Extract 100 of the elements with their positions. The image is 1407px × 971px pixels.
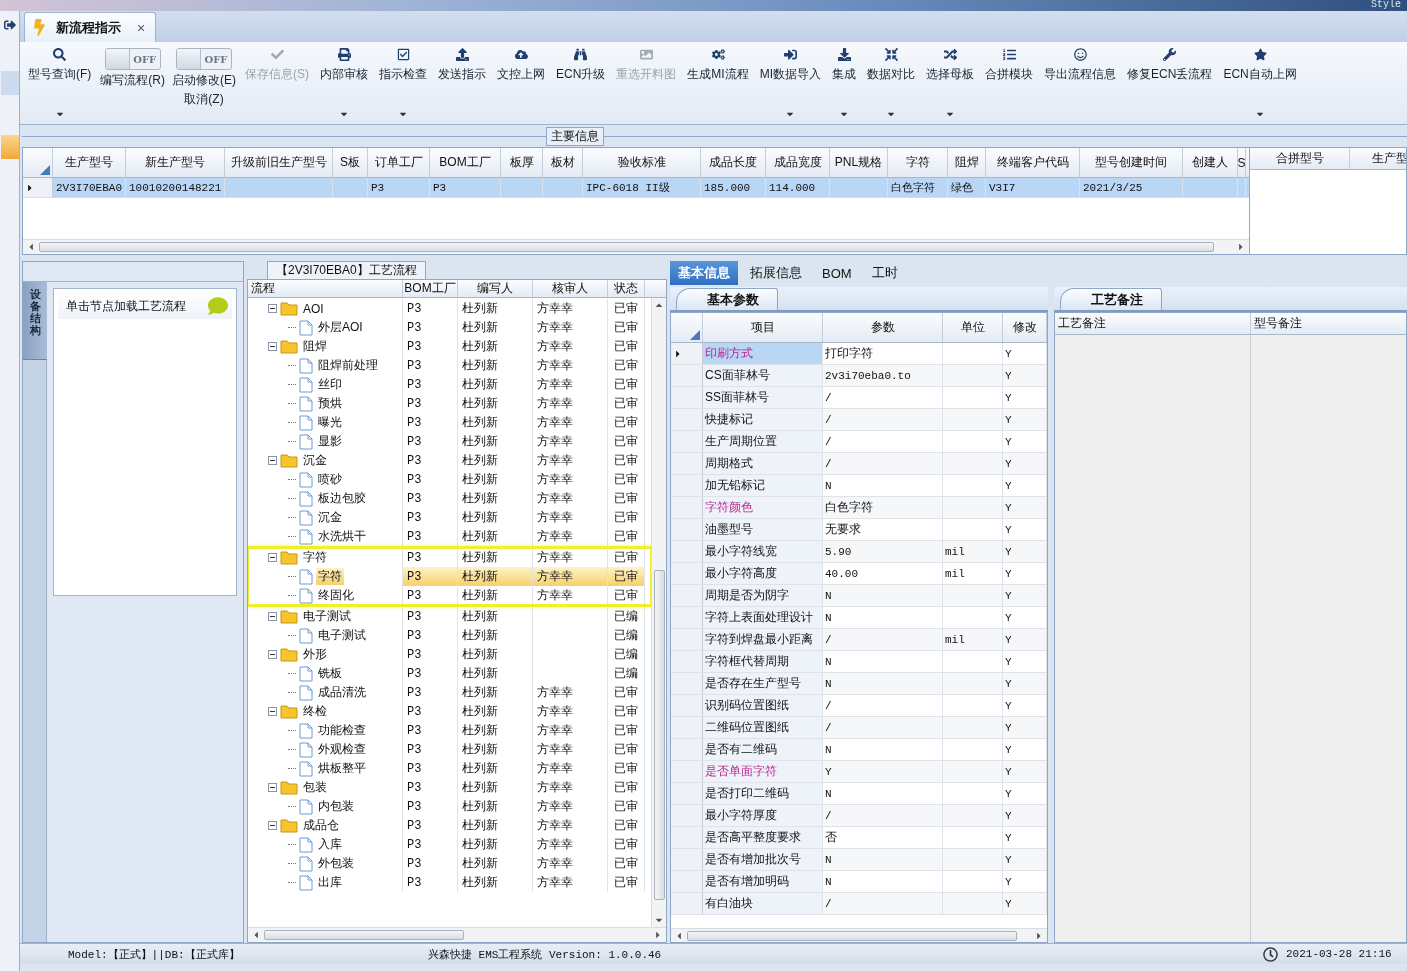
- collapse-toggle[interactable]: [268, 456, 277, 465]
- column-header[interactable]: 型号创建时间: [1080, 148, 1183, 177]
- tree-row[interactable]: 内包装 P3 杜列新 方幸幸 已审: [248, 797, 651, 816]
- column-header[interactable]: 终端客户代码: [986, 148, 1080, 177]
- tree-row[interactable]: 电子测试 P3 杜列新 已编: [248, 607, 651, 626]
- table-row[interactable]: 周期格式 / Y: [671, 453, 1047, 475]
- table-row[interactable]: 是否存在生产型号 N Y: [671, 673, 1047, 695]
- table-row[interactable]: 是否有增加明码 N Y: [671, 871, 1047, 893]
- tree-row[interactable]: 丝印 P3 杜列新 方幸幸 已审: [248, 375, 651, 394]
- tree-row[interactable]: 沉金 P3 杜列新 方幸幸 已审: [248, 508, 651, 527]
- tree-row[interactable]: 成品仓 P3 杜列新 方幸幸 已审: [248, 816, 651, 835]
- column-header[interactable]: 生产型号: [53, 148, 126, 177]
- table-row[interactable]: 是否有二维码 N Y: [671, 739, 1047, 761]
- tree-row[interactable]: 外观检查 P3 杜列新 方幸幸 已审: [248, 740, 651, 759]
- table-row[interactable]: 识别码位置图纸 / Y: [671, 695, 1047, 717]
- tree-row[interactable]: 入库 P3 杜列新 方幸幸 已审: [248, 835, 651, 854]
- toolbar-button[interactable]: 取消(Z): [184, 91, 224, 108]
- table-row[interactable]: 字符颜色 白色字符 Y: [671, 497, 1047, 519]
- column-header[interactable]: 修改: [1003, 313, 1047, 342]
- tab[interactable]: 工时: [863, 261, 906, 285]
- toolbar-button[interactable]: 集成: [830, 45, 859, 121]
- toggle-switch[interactable]: OFF: [104, 48, 161, 70]
- toolbar-button[interactable]: 导出流程信息: [1042, 45, 1119, 121]
- tree-row[interactable]: 预烘 P3 杜列新 方幸幸 已审: [248, 394, 651, 413]
- table-row[interactable]: 字符框代替周期 N Y: [671, 651, 1047, 673]
- table-row[interactable]: 字符到焊盘最小距离 / mil Y: [671, 629, 1047, 651]
- tree-row[interactable]: 阻焊前处理 P3 杜列新 方幸幸 已审: [248, 356, 651, 375]
- column-header[interactable]: 板材: [543, 148, 583, 177]
- column-header[interactable]: S: [1238, 148, 1246, 177]
- table-row[interactable]: 有白油块 / Y: [671, 893, 1047, 915]
- toolbar-button[interactable]: 数据对比: [865, 45, 918, 121]
- tree-row[interactable]: 铣板 P3 杜列新 已编: [248, 664, 651, 683]
- table-row[interactable]: 2V3I70EBA0 10010200148221 P3 P3 IPC-6018 II级 185.000 114.000 白色字符 绿色 V3I7 2021/3/25: [23, 178, 1249, 198]
- toolbar-button[interactable]: 启动修改(E): [172, 72, 236, 89]
- list-item[interactable]: 单击节点加载工艺流程: [58, 293, 232, 319]
- collapse-toggle[interactable]: [268, 821, 277, 830]
- table-row[interactable]: 周期是否为阴字 N Y: [671, 585, 1047, 607]
- toolbar-button[interactable]: ECN升级: [554, 45, 608, 121]
- vertical-scrollbar[interactable]: [651, 298, 666, 927]
- tree-row[interactable]: 包装 P3 杜列新 方幸幸 已审: [248, 778, 651, 797]
- tree-row[interactable]: 喷砂 P3 杜列新 方幸幸 已审: [248, 470, 651, 489]
- column-header[interactable]: 核审人: [533, 280, 608, 297]
- tree-row[interactable]: 板边包胶 P3 杜列新 方幸幸 已审: [248, 489, 651, 508]
- tree-row[interactable]: 字符 P3 杜列新 方幸幸 已审: [248, 567, 651, 586]
- table-row[interactable]: 生产周期位置 / Y: [671, 431, 1047, 453]
- toolbar-button[interactable]: 编写流程(R): [100, 72, 165, 89]
- column-header[interactable]: 成品长度: [701, 148, 766, 177]
- tree-row[interactable]: 水洗烘干 P3 杜列新 方幸幸 已审: [248, 527, 651, 546]
- table-row[interactable]: 印刷方式 打印字符 Y: [671, 343, 1047, 365]
- tree-row[interactable]: 曝光 P3 杜列新 方幸幸 已审: [248, 413, 651, 432]
- horizontal-scrollbar[interactable]: [671, 928, 1047, 942]
- table-row[interactable]: 是否高平整度要求 否 Y: [671, 827, 1047, 849]
- toolbar-button[interactable]: 合拼模块: [983, 45, 1036, 121]
- column-header[interactable]: 流程: [248, 280, 403, 297]
- column-header[interactable]: 成品宽度: [766, 148, 830, 177]
- tree-row[interactable]: 终固化 P3 杜列新 方幸幸 已审: [248, 586, 651, 605]
- column-header[interactable]: 单位: [943, 313, 1003, 342]
- tree-row[interactable]: 烘板整平 P3 杜列新 方幸幸 已审: [248, 759, 651, 778]
- exit-icon[interactable]: [3, 19, 16, 31]
- tree-row[interactable]: 外形 P3 杜列新 已编: [248, 645, 651, 664]
- tab[interactable]: BOM: [814, 261, 860, 285]
- toolbar-button[interactable]: 发送指示: [436, 45, 488, 121]
- table-row[interactable]: 是否有增加批次号 N Y: [671, 849, 1047, 871]
- toolbar-button[interactable]: MI数据导入: [757, 45, 824, 121]
- table-row[interactable]: 油墨型号 无要求 Y: [671, 519, 1047, 541]
- toolbar-button[interactable]: 文控上网: [495, 45, 547, 121]
- toolbar-button[interactable]: ECN自动上网: [1221, 45, 1299, 121]
- column-header[interactable]: 验收标准: [583, 148, 701, 177]
- table-row[interactable]: 快捷标记 / Y: [671, 409, 1047, 431]
- column-header[interactable]: BOM工厂: [430, 148, 501, 177]
- table-row[interactable]: 二维码位置图纸 / Y: [671, 717, 1047, 739]
- tree-row[interactable]: 外层AOI P3 杜列新 方幸幸 已审: [248, 318, 651, 337]
- tree-row[interactable]: 外包装 P3 杜列新 方幸幸 已审: [248, 854, 651, 873]
- toolbar-button[interactable]: 内部审核: [318, 45, 370, 121]
- tab[interactable]: 拓展信息: [742, 261, 810, 285]
- panel-tab[interactable]: 基本参数: [676, 288, 778, 310]
- tree-row[interactable]: 电子测试 P3 杜列新 已编: [248, 626, 651, 645]
- collapse-toggle[interactable]: [268, 342, 277, 351]
- collapse-toggle[interactable]: [268, 553, 277, 562]
- toggle-switch[interactable]: OFF: [176, 48, 232, 70]
- close-button[interactable]: ×: [135, 19, 148, 36]
- column-header[interactable]: 参数: [823, 313, 943, 342]
- column-header[interactable]: 新生产型号: [126, 148, 225, 177]
- column-header[interactable]: PNL规格: [830, 148, 888, 177]
- tree-row[interactable]: 终检 P3 杜列新 方幸幸 已审: [248, 702, 651, 721]
- toolbar-button[interactable]: 选择母板: [924, 45, 977, 121]
- column-header[interactable]: 创建人: [1183, 148, 1238, 177]
- table-row[interactable]: 最小字符线宽 5.90 mil Y: [671, 541, 1047, 563]
- toolbar-button[interactable]: 型号查询(F): [26, 45, 94, 121]
- column-header[interactable]: 编写人: [458, 280, 533, 297]
- panel-tab[interactable]: 工艺备注: [1060, 288, 1162, 310]
- column-header[interactable]: 字符: [888, 148, 948, 177]
- table-row[interactable]: 字符上表面处理设计 N Y: [671, 607, 1047, 629]
- column-header[interactable]: 板厚: [501, 148, 543, 177]
- tree-row[interactable]: 显影 P3 杜列新 方幸幸 已审: [248, 432, 651, 451]
- column-header[interactable]: 阻焊: [948, 148, 986, 177]
- column-header[interactable]: 型号备注: [1251, 313, 1406, 334]
- toolbar-button[interactable]: 生成MI流程: [685, 45, 751, 121]
- table-row[interactable]: 最小字符厚度 / Y: [671, 805, 1047, 827]
- vertical-tab[interactable]: 设备结构: [23, 282, 47, 360]
